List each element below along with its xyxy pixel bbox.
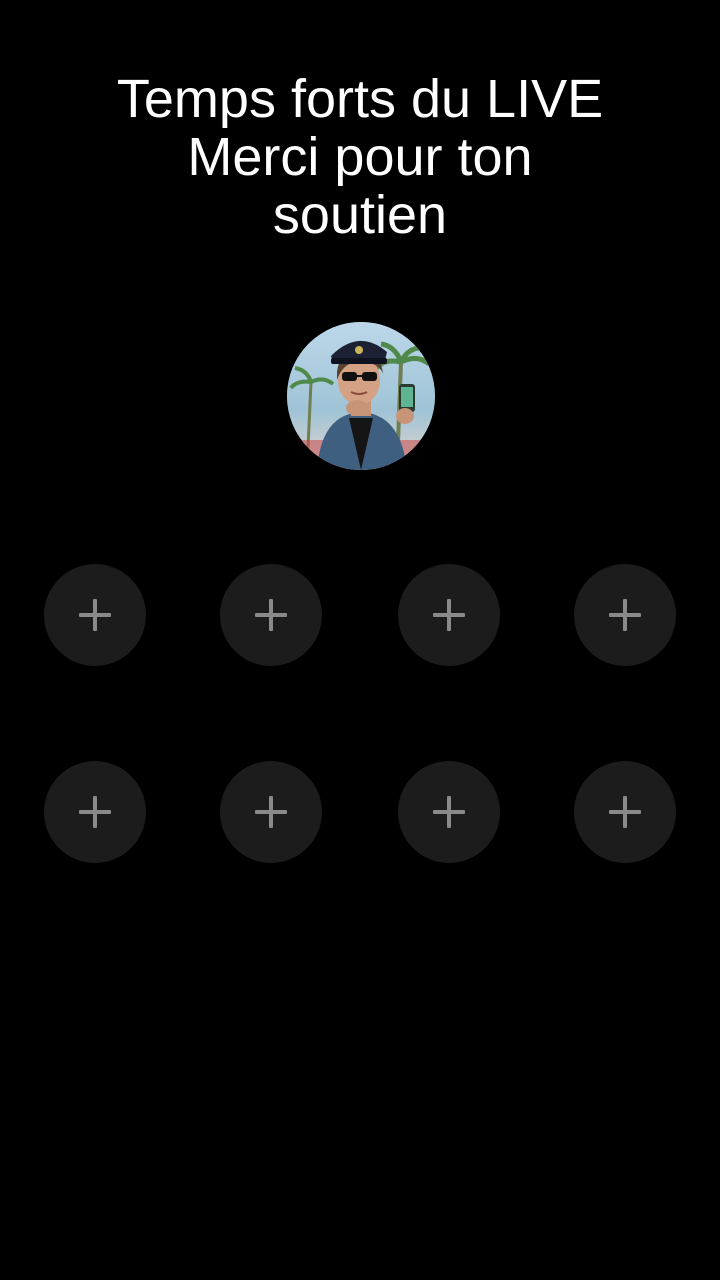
page-title: Temps forts du LIVE Merci pour ton souti… [60, 70, 660, 244]
plus-icon [433, 599, 465, 631]
add-slot-button[interactable] [220, 761, 322, 863]
plus-icon [79, 796, 111, 828]
add-slot-button[interactable] [44, 761, 146, 863]
avatar-image [287, 322, 435, 470]
add-slot-button[interactable] [574, 564, 676, 666]
title-line-2: Merci pour ton [187, 127, 533, 187]
plus-icon [255, 796, 287, 828]
host-avatar[interactable] [287, 322, 435, 470]
add-slot-button[interactable] [44, 564, 146, 666]
plus-icon [433, 796, 465, 828]
plus-icon [609, 599, 641, 631]
add-slot-button[interactable] [398, 564, 500, 666]
title-line-1: Temps forts du LIVE [116, 69, 604, 129]
plus-icon [255, 599, 287, 631]
add-slot-button[interactable] [398, 761, 500, 863]
plus-icon [609, 796, 641, 828]
add-slot-button[interactable] [574, 761, 676, 863]
title-line-3: soutien [272, 185, 448, 245]
plus-icon [79, 599, 111, 631]
add-slot-button[interactable] [220, 564, 322, 666]
